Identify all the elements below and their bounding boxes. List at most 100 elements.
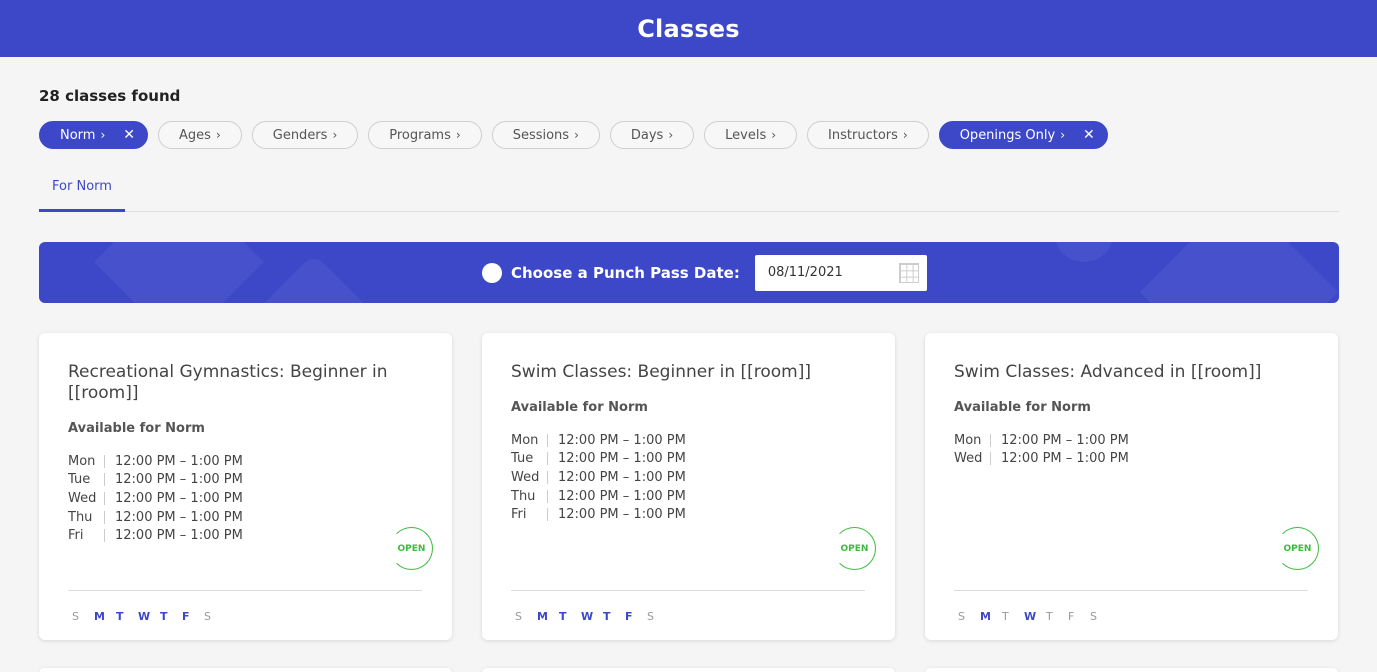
schedule-row: Tue 12:00 PM – 1:00 PM <box>68 471 243 490</box>
schedule-time: 12:00 PM – 1:00 PM <box>115 528 243 544</box>
close-icon[interactable]: ✕ <box>1083 127 1095 143</box>
weekday-letter: S <box>204 610 211 623</box>
results-count: 28 classes found <box>39 87 181 105</box>
schedule-day: Mon <box>511 432 539 448</box>
filter-chip-days[interactable]: Days › <box>609 121 695 149</box>
class-title[interactable]: Swim Classes: Advanced in [[room]] <box>954 362 1294 383</box>
schedule-day: Fri <box>68 528 84 544</box>
filter-chip-label: Openings Only <box>959 127 1056 143</box>
banner-decoration <box>1041 242 1127 275</box>
schedule-row: Fri 12:00 PM – 1:00 PM <box>68 526 243 545</box>
date-value: 08/11/2021 <box>767 265 843 280</box>
class-card[interactable] <box>482 668 895 672</box>
schedule-divider <box>547 489 548 503</box>
schedule-time: 12:00 PM – 1:00 PM <box>558 432 686 448</box>
schedule-row: Mon 12:00 PM – 1:00 PM <box>68 452 243 471</box>
filter-chip-sessions[interactable]: Sessions › <box>491 121 600 149</box>
filter-chip-genders[interactable]: Genders › <box>251 121 359 149</box>
filter-chip-label: Norm <box>60 127 96 143</box>
filter-chip-norm[interactable]: Norm › ✕ <box>39 121 149 149</box>
schedule-row: Mon 12:00 PM – 1:00 PM <box>511 431 686 450</box>
schedule-day: Thu <box>511 488 536 504</box>
schedule-time: 12:00 PM – 1:00 PM <box>115 472 243 488</box>
status-badge: OPEN <box>1276 527 1319 570</box>
schedule-divider <box>547 452 548 466</box>
schedule-day: Wed <box>511 469 540 485</box>
schedule-time: 12:00 PM – 1:00 PM <box>1001 451 1129 467</box>
schedule-row: Thu 12:00 PM – 1:00 PM <box>511 487 686 506</box>
schedule-day: Mon <box>954 432 982 448</box>
weekday-letter: S <box>72 610 79 623</box>
weekday-letter: W <box>581 610 594 623</box>
page-header: Classes <box>0 0 1377 57</box>
weekday-letter: M <box>94 610 105 623</box>
schedule-divider <box>990 452 991 466</box>
weekday-letter: S <box>647 610 654 623</box>
schedule-list: Mon 12:00 PM – 1:00 PM Wed 12:00 PM – 1:00 … <box>954 431 1129 468</box>
class-card[interactable] <box>925 668 1338 672</box>
availability-label: Available for Norm <box>511 400 648 415</box>
weekday-letter: F <box>1068 610 1075 623</box>
flower-icon <box>482 262 502 283</box>
punch-pass-label: Choose a Punch Pass Date: <box>511 263 740 282</box>
class-card[interactable]: Swim Classes: Beginner in [[room]] Availa… <box>482 333 895 640</box>
filter-bar: Norm › ✕ Ages › Genders › Programs › Sessions › Day… <box>39 121 1108 149</box>
schedule-list: Mon 12:00 PM – 1:00 PM Tue 12:00 PM – 1:00 … <box>68 452 243 545</box>
tab-for-norm[interactable]: For Norm <box>39 170 125 212</box>
schedule-row: Mon 12:00 PM – 1:00 PM <box>954 431 1129 450</box>
class-card[interactable] <box>39 668 452 672</box>
punch-pass-date-input[interactable]: 08/11/2021 <box>754 254 927 291</box>
card-divider <box>954 590 1308 591</box>
schedule-time: 12:00 PM – 1:00 PM <box>558 507 686 523</box>
schedule-divider <box>547 508 548 522</box>
weekday-letter: T <box>1046 610 1053 623</box>
class-card[interactable]: Swim Classes: Advanced in [[room]] Availa… <box>925 333 1338 640</box>
schedule-time: 12:00 PM – 1:00 PM <box>1001 432 1129 448</box>
schedule-time: 12:00 PM – 1:00 PM <box>558 488 686 504</box>
weekday-letter: S <box>515 610 522 623</box>
schedule-time: 12:00 PM – 1:00 PM <box>558 451 686 467</box>
filter-chip-instructors[interactable]: Instructors › <box>807 121 929 149</box>
schedule-list: Mon 12:00 PM – 1:00 PM Tue 12:00 PM – 1:00 … <box>511 431 686 524</box>
weekday-letter: T <box>1002 610 1009 623</box>
schedule-divider <box>104 454 105 468</box>
weekday-letter: M <box>537 610 548 623</box>
calendar-icon[interactable] <box>898 262 919 283</box>
filter-chip-label: Programs <box>389 127 451 143</box>
filter-chip-openings-only[interactable]: Openings Only › ✕ <box>938 121 1108 149</box>
filter-chip-label: Levels <box>725 127 767 143</box>
schedule-time: 12:00 PM – 1:00 PM <box>558 469 686 485</box>
schedule-time: 12:00 PM – 1:00 PM <box>115 453 243 469</box>
schedule-divider <box>104 473 105 487</box>
class-title[interactable]: Swim Classes: Beginner in [[room]] <box>511 362 851 383</box>
filter-chip-ages[interactable]: Ages › <box>158 121 242 149</box>
schedule-time: 12:00 PM – 1:00 PM <box>115 509 243 525</box>
schedule-divider <box>104 510 105 524</box>
chevron-right-icon: › <box>902 128 908 142</box>
filter-chip-label: Days <box>630 127 664 143</box>
schedule-day: Mon <box>68 453 96 469</box>
status-badge: OPEN <box>390 527 433 570</box>
schedule-day: Tue <box>68 472 91 488</box>
class-title[interactable]: Recreational Gymnastics: Beginner in [[r… <box>68 362 408 404</box>
tab-bar: For Norm <box>39 170 1339 212</box>
filter-chip-label: Genders <box>272 127 328 143</box>
card-divider <box>511 590 865 591</box>
weekday-letter: S <box>958 610 965 623</box>
schedule-divider <box>990 433 991 447</box>
schedule-row: Tue 12:00 PM – 1:00 PM <box>511 450 686 469</box>
class-card[interactable]: Recreational Gymnastics: Beginner in [[r… <box>39 333 452 640</box>
weekday-letter: T <box>116 610 124 623</box>
chevron-right-icon: › <box>574 128 579 142</box>
schedule-row: Wed 12:00 PM – 1:00 PM <box>511 468 686 487</box>
weekday-letter: S <box>1090 610 1097 623</box>
weekday-letter: M <box>980 610 991 623</box>
filter-chip-levels[interactable]: Levels › <box>704 121 798 149</box>
filter-chip-programs[interactable]: Programs › <box>368 121 482 149</box>
chevron-right-icon: › <box>215 128 221 142</box>
schedule-divider <box>547 470 548 484</box>
filter-chip-label: Ages <box>179 127 211 143</box>
card-divider <box>68 590 422 591</box>
close-icon[interactable]: ✕ <box>123 127 135 143</box>
weekday-letter: W <box>138 610 151 623</box>
